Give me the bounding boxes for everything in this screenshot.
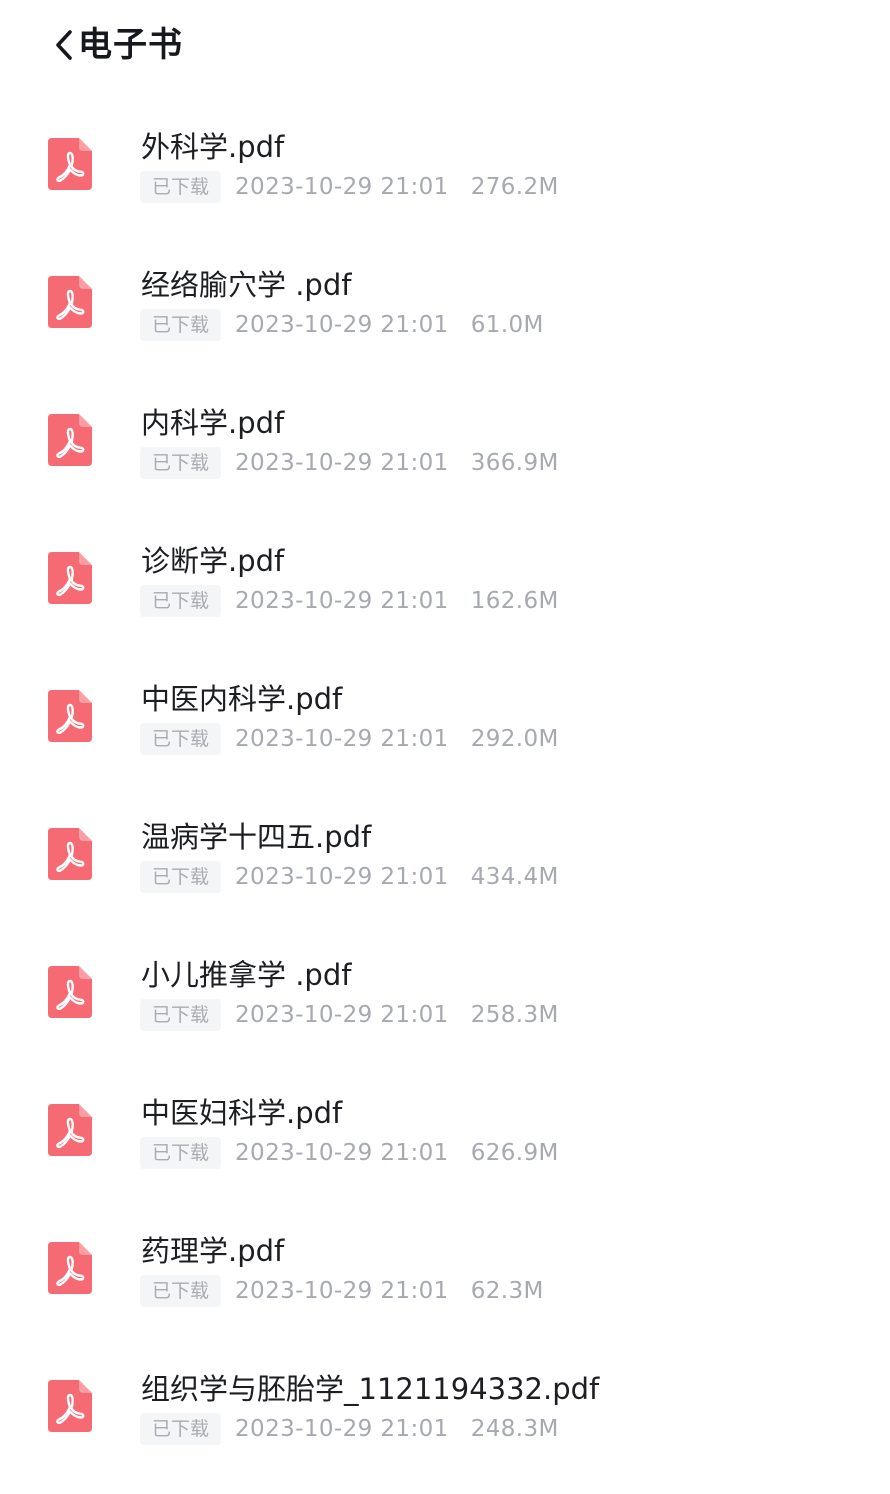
- file-meta: 已下载 2023-10-29 21:01 62.3M: [140, 1275, 544, 1307]
- file-list-item[interactable]: 内科学.pdf 已下载 2023-10-29 21:01 366.9M: [0, 372, 890, 510]
- file-size: 258.3M: [470, 1002, 559, 1028]
- pdf-icon: [46, 136, 94, 192]
- file-name: 中医妇科学.pdf: [141, 1096, 343, 1130]
- file-date: 2023-10-29 21:01: [235, 450, 449, 476]
- file-meta: 已下载 2023-10-29 21:01 248.3M: [140, 1413, 559, 1445]
- download-status-badge: 已下载: [140, 171, 222, 203]
- header-bar: 电子书: [0, 0, 890, 92]
- file-date: 2023-10-29 21:01: [235, 1140, 449, 1166]
- file-date: 2023-10-29 21:01: [235, 864, 449, 890]
- file-meta: 已下载 2023-10-29 21:01 258.3M: [140, 999, 559, 1031]
- file-date: 2023-10-29 21:01: [235, 174, 449, 200]
- file-meta: 已下载 2023-10-29 21:01 61.0M: [140, 309, 544, 341]
- file-name: 中医内科学.pdf: [141, 682, 343, 716]
- file-meta: 已下载 2023-10-29 21:01 366.9M: [140, 447, 559, 479]
- file-list-item[interactable]: 中医妇科学.pdf 已下载 2023-10-29 21:01 626.9M: [0, 1062, 890, 1200]
- file-size: 434.4M: [470, 864, 559, 890]
- file-meta: 已下载 2023-10-29 21:01 292.0M: [140, 723, 559, 755]
- download-status-badge: 已下载: [140, 999, 222, 1031]
- file-size: 61.0M: [470, 312, 544, 338]
- file-name: 外科学.pdf: [141, 130, 285, 164]
- file-name: 诊断学.pdf: [141, 544, 285, 578]
- file-name: 组织学与胚胎学_1121194332.pdf: [141, 1372, 600, 1406]
- pdf-icon: [46, 964, 94, 1020]
- pdf-icon: [46, 274, 94, 330]
- download-status-badge: 已下载: [140, 1413, 222, 1445]
- download-status-badge: 已下载: [140, 1137, 222, 1169]
- download-status-badge: 已下载: [140, 861, 222, 893]
- file-name: 内科学.pdf: [141, 406, 285, 440]
- file-name: 药理学.pdf: [141, 1234, 285, 1268]
- file-size: 276.2M: [470, 174, 559, 200]
- file-list-item[interactable]: 诊断学.pdf 已下载 2023-10-29 21:01 162.6M: [0, 510, 890, 648]
- file-meta: 已下载 2023-10-29 21:01 162.6M: [140, 585, 559, 617]
- file-size: 626.9M: [470, 1140, 559, 1166]
- download-status-badge: 已下载: [140, 1275, 222, 1307]
- file-list-item[interactable]: 外科学.pdf 已下载 2023-10-29 21:01 276.2M: [0, 96, 890, 234]
- download-status-badge: 已下载: [140, 723, 222, 755]
- file-size: 162.6M: [470, 588, 559, 614]
- file-meta: 已下载 2023-10-29 21:01 276.2M: [140, 171, 559, 203]
- file-date: 2023-10-29 21:01: [235, 588, 449, 614]
- file-list-item[interactable]: 组织学与胚胎学_1121194332.pdf 已下载 2023-10-29 21…: [0, 1338, 890, 1476]
- pdf-icon: [46, 550, 94, 606]
- file-list-item[interactable]: 中医内科学.pdf 已下载 2023-10-29 21:01 292.0M: [0, 648, 890, 786]
- download-status-badge: 已下载: [140, 447, 222, 479]
- back-button[interactable]: [50, 26, 80, 66]
- pdf-icon: [46, 688, 94, 744]
- file-list-item[interactable]: 经络腧穴学 .pdf 已下载 2023-10-29 21:01 61.0M: [0, 234, 890, 372]
- file-meta: 已下载 2023-10-29 21:01 434.4M: [140, 861, 559, 893]
- pdf-icon: [46, 412, 94, 468]
- file-list-item[interactable]: 药理学.pdf 已下载 2023-10-29 21:01 62.3M: [0, 1200, 890, 1338]
- file-list: 外科学.pdf 已下载 2023-10-29 21:01 276.2M 经络腧穴…: [0, 96, 890, 1476]
- file-size: 366.9M: [470, 450, 559, 476]
- pdf-icon: [46, 1378, 94, 1434]
- pdf-icon: [46, 1240, 94, 1296]
- file-name: 小儿推拿学 .pdf: [141, 958, 352, 992]
- file-size: 292.0M: [470, 726, 559, 752]
- pdf-icon: [46, 826, 94, 882]
- pdf-icon: [46, 1102, 94, 1158]
- file-date: 2023-10-29 21:01: [235, 1416, 449, 1442]
- file-size: 248.3M: [470, 1416, 559, 1442]
- download-status-badge: 已下载: [140, 309, 222, 341]
- file-meta: 已下载 2023-10-29 21:01 626.9M: [140, 1137, 559, 1169]
- file-name: 温病学十四五.pdf: [141, 820, 372, 854]
- file-list-item[interactable]: 小儿推拿学 .pdf 已下载 2023-10-29 21:01 258.3M: [0, 924, 890, 1062]
- file-size: 62.3M: [470, 1278, 544, 1304]
- page-title: 电子书: [78, 25, 183, 65]
- file-date: 2023-10-29 21:01: [235, 726, 449, 752]
- file-date: 2023-10-29 21:01: [235, 1278, 449, 1304]
- file-name: 经络腧穴学 .pdf: [141, 268, 352, 302]
- file-date: 2023-10-29 21:01: [235, 1002, 449, 1028]
- file-date: 2023-10-29 21:01: [235, 312, 449, 338]
- chevron-left-icon: [56, 30, 72, 60]
- download-status-badge: 已下载: [140, 585, 222, 617]
- file-list-item[interactable]: 温病学十四五.pdf 已下载 2023-10-29 21:01 434.4M: [0, 786, 890, 924]
